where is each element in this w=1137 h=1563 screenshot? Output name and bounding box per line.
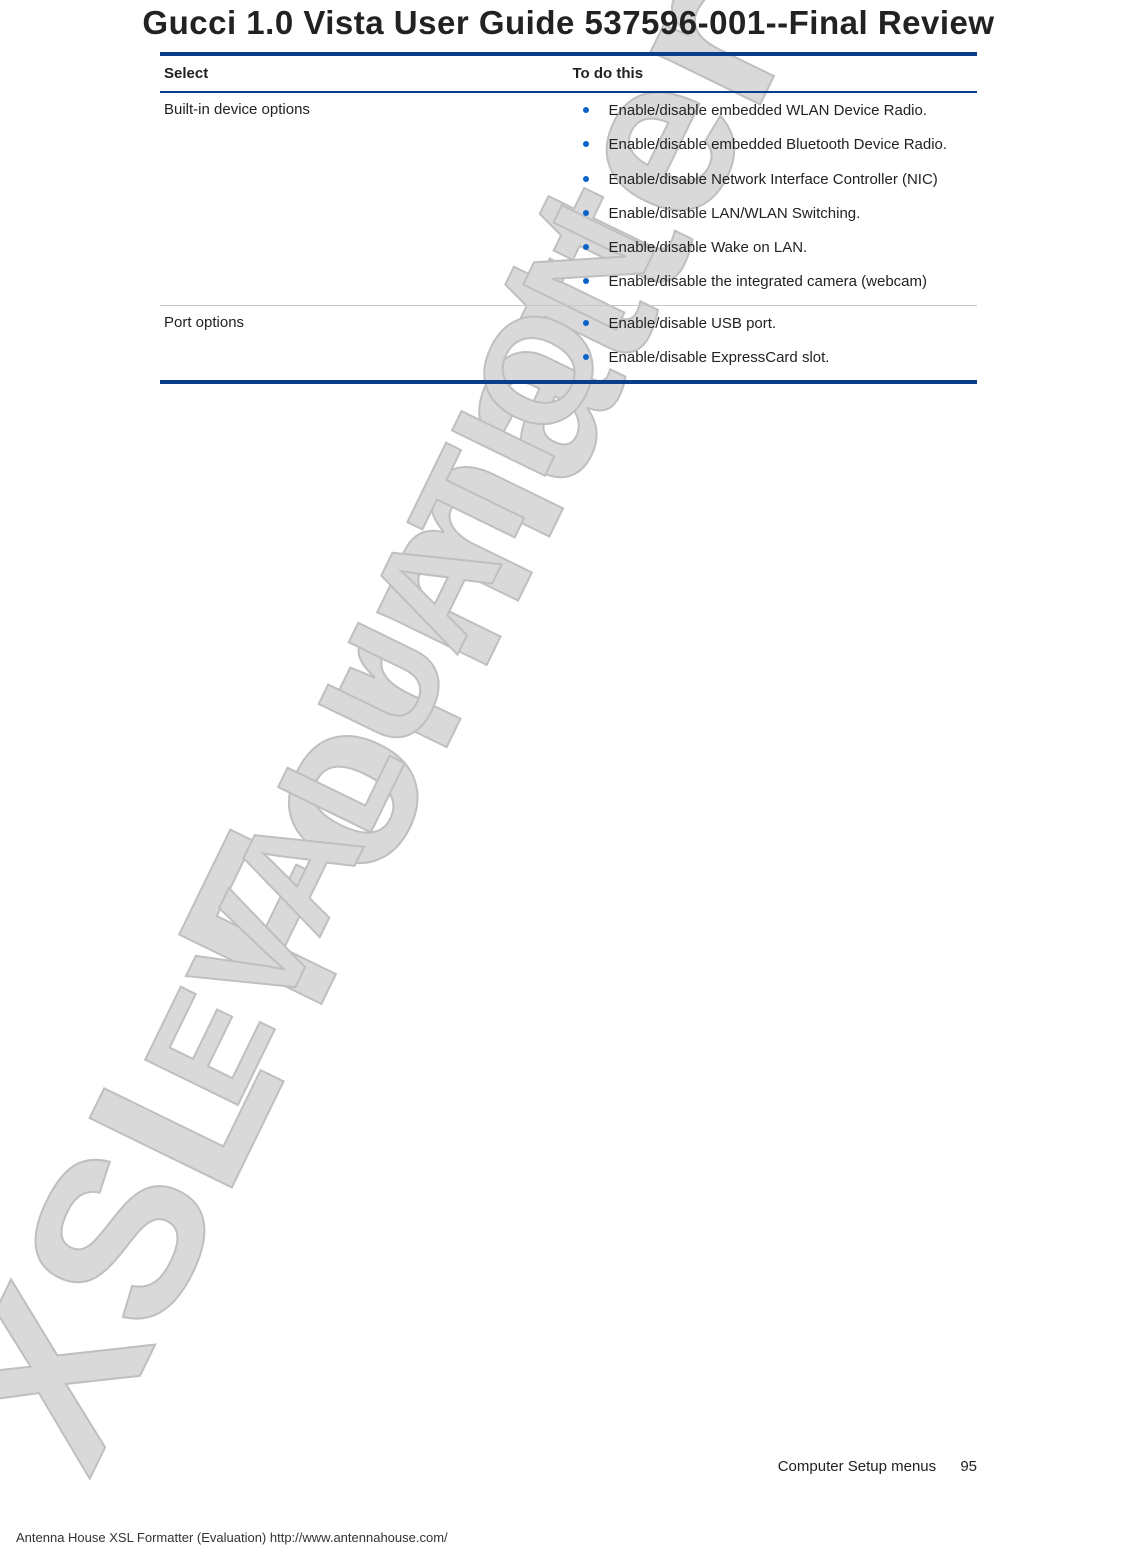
list-item: Enable/disable Network Interface Control…: [573, 170, 974, 204]
list-item: Enable/disable ExpressCard slot.: [573, 348, 974, 374]
footer-page-number: 95: [960, 1458, 977, 1475]
todo-list: Enable/disable USB port. Enable/disable …: [573, 314, 974, 375]
todo-list: Enable/disable embedded WLAN Device Radi…: [573, 101, 974, 299]
list-item: Enable/disable Wake on LAN.: [573, 238, 974, 272]
footer-imprint: Antenna House XSL Formatter (Evaluation)…: [16, 1530, 448, 1545]
footer-section-name: Computer Setup menus: [778, 1458, 936, 1475]
list-item: Enable/disable embedded Bluetooth Device…: [573, 135, 974, 169]
table-row: Port options Enable/disable USB port. En…: [160, 305, 977, 382]
list-item: Enable/disable embedded WLAN Device Radi…: [573, 101, 974, 135]
options-table: Select To do this Built-in device option…: [160, 52, 977, 384]
footer-section: Computer Setup menus 95: [778, 1458, 977, 1475]
list-item: Enable/disable the integrated camera (we…: [573, 272, 974, 298]
page-title: Gucci 1.0 Vista User Guide 537596-001--F…: [0, 4, 1137, 42]
column-header-select: Select: [160, 54, 569, 92]
options-table-wrap: Select To do this Built-in device option…: [160, 52, 977, 384]
cell-todo: Enable/disable USB port. Enable/disable …: [569, 305, 978, 382]
cell-select: Port options: [160, 305, 569, 382]
table-row: Built-in device options Enable/disable e…: [160, 92, 977, 305]
list-item: Enable/disable USB port.: [573, 314, 974, 348]
page: Gucci 1.0 Vista User Guide 537596-001--F…: [0, 4, 1137, 1563]
column-header-todo: To do this: [569, 54, 978, 92]
cell-todo: Enable/disable embedded WLAN Device Radi…: [569, 92, 978, 305]
list-item: Enable/disable LAN/WLAN Switching.: [573, 204, 974, 238]
cell-select: Built-in device options: [160, 92, 569, 305]
